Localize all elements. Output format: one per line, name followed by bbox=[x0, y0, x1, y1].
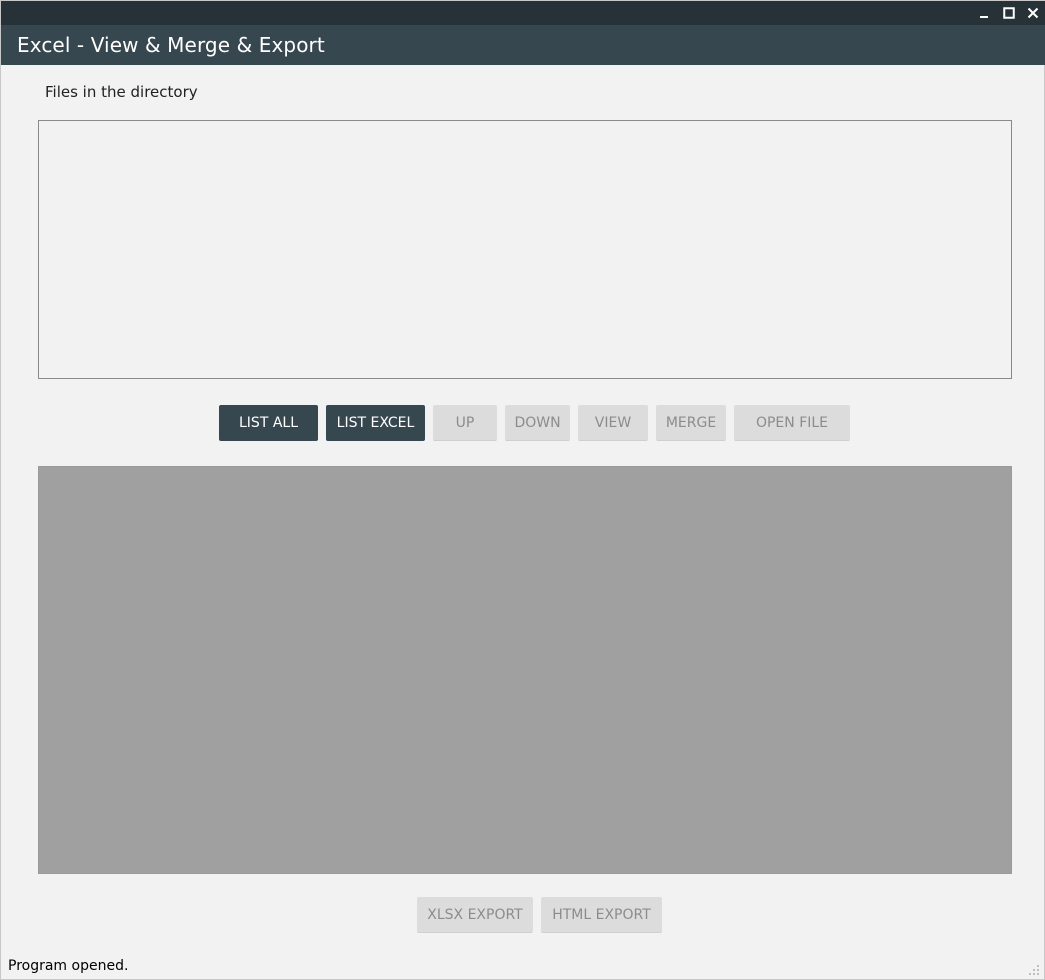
window-controls bbox=[976, 4, 1042, 22]
up-button[interactable]: UP bbox=[433, 405, 497, 441]
open-file-button[interactable]: OPEN FILE bbox=[734, 405, 850, 441]
window-title: Excel - View & Merge & Export bbox=[17, 33, 325, 57]
view-button[interactable]: VIEW bbox=[578, 405, 648, 441]
html-export-button[interactable]: HTML EXPORT bbox=[541, 897, 662, 933]
files-label: Files in the directory bbox=[45, 83, 198, 101]
close-icon[interactable] bbox=[1024, 4, 1042, 22]
list-all-button[interactable]: LIST ALL bbox=[219, 405, 318, 441]
xlsx-export-button[interactable]: XLSX EXPORT bbox=[417, 897, 533, 933]
app-window: Excel - View & Merge & Export Files in t… bbox=[0, 0, 1045, 980]
down-button[interactable]: DOWN bbox=[505, 405, 570, 441]
file-list[interactable] bbox=[38, 120, 1012, 379]
status-text: Program opened. bbox=[8, 958, 129, 974]
window-frame-bar bbox=[1, 1, 1045, 25]
list-excel-button[interactable]: LIST EXCEL bbox=[326, 405, 425, 441]
toolbar: LIST ALL LIST EXCEL UP DOWN VIEW MERGE O… bbox=[1, 405, 1045, 441]
resize-grip-icon[interactable] bbox=[1028, 963, 1040, 975]
minimize-icon[interactable] bbox=[976, 4, 994, 22]
merge-button[interactable]: MERGE bbox=[656, 405, 726, 441]
preview-area[interactable] bbox=[38, 466, 1012, 874]
title-bar: Excel - View & Merge & Export bbox=[1, 25, 1045, 65]
export-toolbar: XLSX EXPORT HTML EXPORT bbox=[1, 897, 1045, 933]
maximize-icon[interactable] bbox=[1000, 4, 1018, 22]
